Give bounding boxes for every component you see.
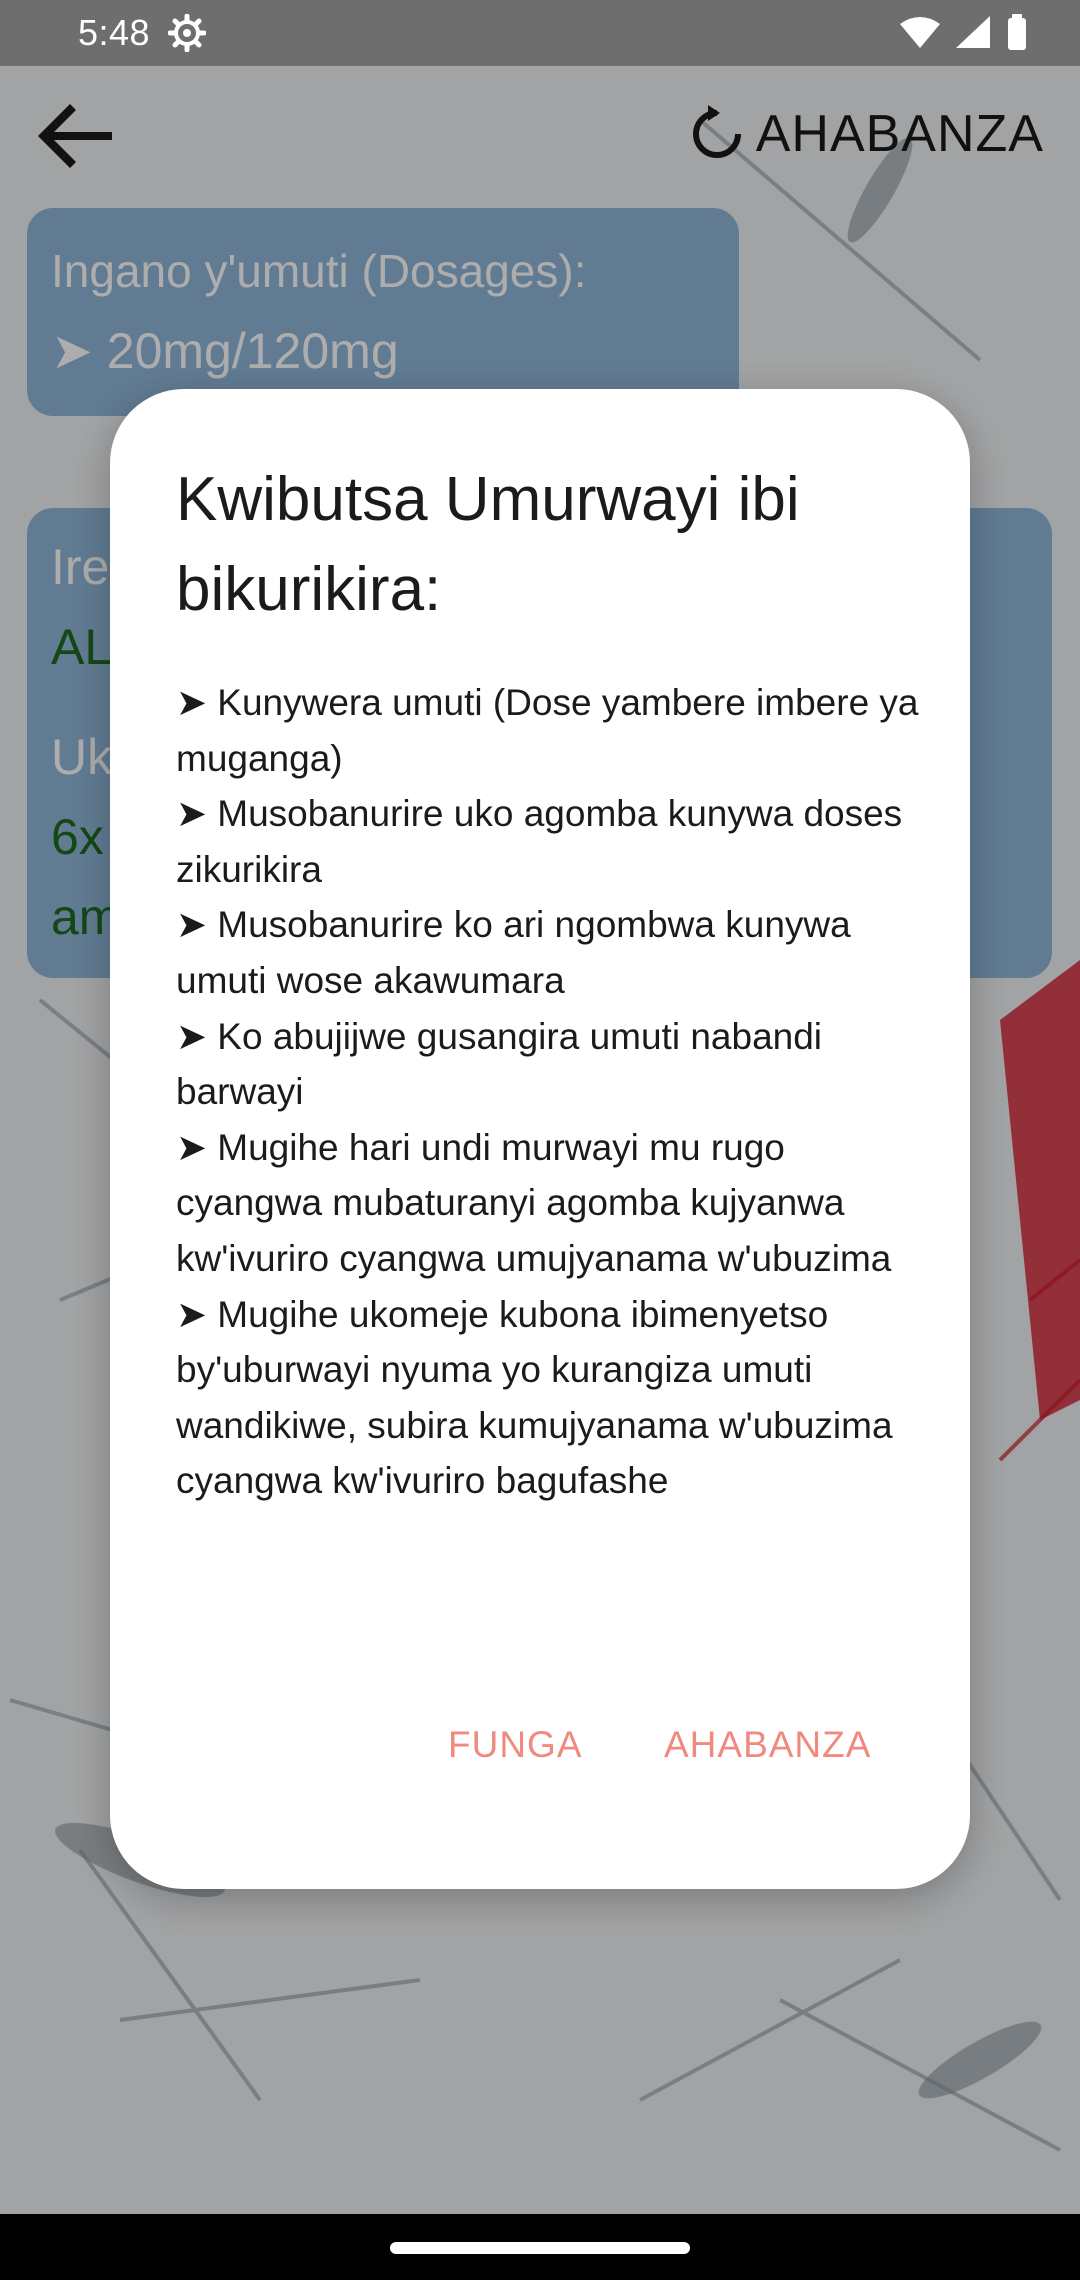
navigation-bar [0,2214,1080,2280]
reminder-item: ➤ Ko abujijwe gusangira umuti nabandi ba… [176,1015,823,1113]
close-button[interactable]: FUNGA [448,1705,583,1785]
status-time: 5:48 [78,12,151,53]
dialog-restart-button[interactable]: AHABANZA [664,1705,871,1785]
wifi-icon [900,17,940,48]
reminder-item: ➤ Musobanurire ko ari ngombwa kunywa umu… [176,904,851,1001]
dialog-actions: FUNGA AHABANZA [110,1705,970,1785]
settings-gear-icon [168,14,206,52]
reminder-item: ➤ Musobanurire uko agomba kunywa doses z… [176,793,903,890]
signal-icon [956,16,990,48]
screen: AHABANZA Ingano y'umuti (Dosages): ➤ 20m… [0,0,1080,2280]
reminder-dialog: Kwibutsa Umurwayi ibi bikurikira: ➤ Kuny… [110,389,970,1889]
battery-icon [1008,18,1026,50]
reminder-item: ➤ Mugihe ukomeje kubona ibimenyetso by'u… [176,1293,893,1502]
dialog-body: ➤ Kunywera umuti (Dose yambere imbere ya… [176,675,926,1509]
home-gesture-handle[interactable] [390,2242,690,2254]
status-bar: 5:48 [0,0,1080,66]
status-indicators [900,14,1026,50]
dialog-title: Kwibutsa Umurwayi ibi bikurikira: [176,465,800,624]
reminder-item: ➤ Mugihe hari undi murwayi mu rugo cyang… [176,1126,892,1279]
reminder-item: ➤ Kunywera umuti (Dose yambere imbere ya… [176,682,919,779]
